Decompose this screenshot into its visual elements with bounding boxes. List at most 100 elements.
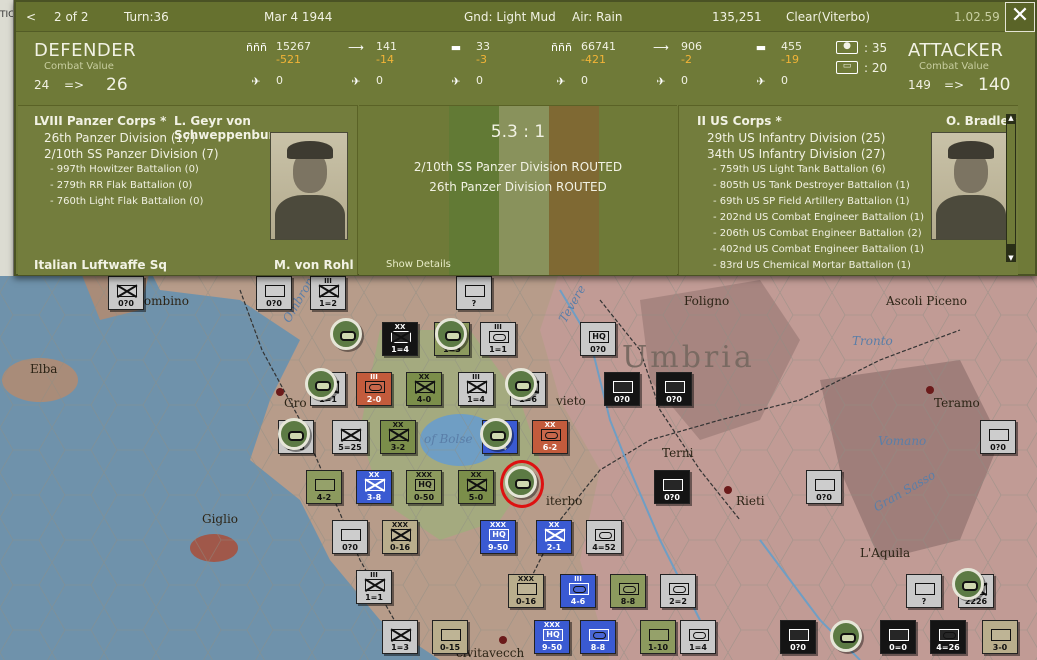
scroll-down-icon[interactable]: ▼ [1006, 254, 1016, 262]
division-item[interactable]: 34th US Infantry Division (27) [697, 146, 924, 162]
unit-counter[interactable]: 0?0 [108, 276, 144, 310]
defender-stat-fighter: 0 [276, 74, 283, 87]
unit-counter[interactable]: 0?0 [780, 620, 816, 654]
combat-result-1: 2/10th SS Panzer Division ROUTED [413, 160, 623, 174]
unit-echelon: XXX [517, 575, 535, 583]
defender-corps-name[interactable]: LVIII Panzer Corps * [34, 114, 166, 128]
unit-symbol-icon [889, 629, 909, 641]
unit-counter[interactable]: 8-8 [610, 574, 646, 608]
unit-counter[interactable]: XXX 0-16 [508, 574, 544, 608]
ger-armor-unit-roundel[interactable] [435, 318, 467, 350]
unit-counter[interactable]: III 4-6 [560, 574, 596, 608]
unit-counter[interactable]: 3-0 [982, 620, 1018, 654]
unit-counter[interactable]: III 1=2 [310, 276, 346, 310]
stat-value: 0 [376, 74, 383, 87]
back-button[interactable]: < [26, 10, 36, 24]
ger-armor-unit-roundel[interactable] [952, 568, 984, 600]
close-button[interactable]: ✕ [1005, 2, 1035, 32]
combat-result-2: 26th Panzer Division ROUTED [429, 180, 607, 194]
city-foligno: Foligno [684, 294, 730, 308]
unit-echelon: III [574, 575, 582, 583]
unit-symbol-icon [341, 429, 361, 441]
division-item[interactable]: 2/10th SS Panzer Division (7) [34, 146, 219, 162]
unit-counter[interactable]: 5=25 [332, 420, 368, 454]
unit-counter[interactable]: 0=0 [880, 620, 916, 654]
unit-counter[interactable]: XXX 0-16 [382, 520, 418, 554]
combat-result-panel: 5.3 : 1 2/10th SS Panzer Division ROUTED… [359, 105, 677, 275]
ger-armor-unit-roundel[interactable] [830, 620, 862, 652]
attacker-corps-name[interactable]: II US Corps * [697, 114, 782, 128]
ger-armor-unit-roundel[interactable] [480, 418, 512, 450]
unit-counter[interactable]: 4=26 [930, 620, 966, 654]
unit-counter[interactable]: 4=52 [586, 520, 622, 554]
battalion-item[interactable]: - 206th US Combat Engineer Battalion (2) [697, 226, 924, 242]
unit-counter[interactable]: XXX HQ 9-50 [480, 520, 516, 554]
scrollbar-thumb[interactable] [1007, 124, 1015, 244]
unit-counter[interactable]: 0-15 [432, 620, 468, 654]
unit-counter[interactable]: III 1=1 [356, 570, 392, 604]
battalion-item[interactable]: - 279th RR Flak Battalion (0) [34, 178, 219, 194]
unit-counter[interactable]: III 1=1 [480, 322, 516, 356]
unit-counter[interactable]: 1=4 [680, 620, 716, 654]
unit-counter[interactable]: 0?0 [806, 470, 842, 504]
unit-counter[interactable]: ? [906, 574, 942, 608]
unit-symbol-icon [467, 479, 487, 491]
unit-counter[interactable]: III 2-0 [356, 372, 392, 406]
ger-armor-unit-roundel[interactable] [305, 368, 337, 400]
unit-strength: 1-10 [647, 643, 669, 652]
unit-counter[interactable]: 0?0 [656, 372, 692, 406]
unit-counter[interactable]: III 1=4 [458, 372, 494, 406]
unit-counter[interactable]: 2=2 [660, 574, 696, 608]
date-label: Mar 4 1944 [264, 10, 333, 24]
division-item[interactable]: 29th US Infantry Division (25) [697, 130, 924, 146]
city-elba: Elba [30, 362, 58, 376]
battalion-item[interactable]: - 997th Howitzer Battalion (0) [34, 162, 219, 178]
unit-counter[interactable]: 0?0 [604, 372, 640, 406]
unit-echelon: XX [544, 421, 556, 429]
unit-counter[interactable]: XX 5-0 [458, 470, 494, 504]
battalion-item[interactable]: - 759th US Light Tank Battalion (6) [697, 162, 924, 178]
unit-counter[interactable]: XX 3-2 [380, 420, 416, 454]
division-item[interactable]: 26th Panzer Division (17) [34, 130, 219, 146]
battalion-item[interactable]: - 760th Light Flak Battalion (0) [34, 194, 219, 210]
unit-counter[interactable]: XXX HQ 0-50 [406, 470, 442, 504]
unit-counter[interactable]: 4-2 [306, 470, 342, 504]
unit-strength: 5=25 [338, 443, 362, 452]
battalion-item[interactable]: - 202nd US Combat Engineer Battalion (1) [697, 210, 924, 226]
unit-counter[interactable]: 0?0 [654, 470, 690, 504]
unit-counter[interactable]: 0?0 [332, 520, 368, 554]
ger-armor-unit-roundel[interactable] [278, 418, 310, 450]
battalion-item[interactable]: - 69th US SP Field Artillery Battalion (… [697, 194, 924, 210]
ger-armor-unit-roundel[interactable] [505, 368, 537, 400]
battalion-item[interactable]: - 83rd US Chemical Mortar Battalion (1) [697, 258, 924, 274]
unit-strength: 1=3 [391, 643, 409, 652]
battalion-item[interactable]: - 805th US Tank Destroyer Battalion (1) [697, 178, 924, 194]
unit-counter[interactable]: XXX HQ 9-50 [534, 620, 570, 654]
unit-echelon: III [472, 373, 480, 381]
defender-next-corps[interactable]: Italian Luftwaffe Sq [34, 258, 167, 272]
unit-counter[interactable]: XX 3-8 [356, 470, 392, 504]
unit-counter[interactable]: HQ 0?0 [580, 322, 616, 356]
unit-counter[interactable]: 1=3 [382, 620, 418, 654]
unit-counter[interactable]: 0?0 [980, 420, 1016, 454]
unit-counter[interactable]: XX 6-2 [532, 420, 568, 454]
unit-counter[interactable]: 0?0 [256, 276, 292, 310]
unit-symbol-icon [415, 381, 435, 393]
infantry-icon: ñññ [551, 41, 572, 54]
unit-counter[interactable]: XX 1=4 [382, 322, 418, 356]
unit-counter[interactable]: XX 4-0 [406, 372, 442, 406]
attacker-list-scrollbar[interactable]: ▲ ▼ [1006, 114, 1016, 262]
battalion-item[interactable]: - 402nd US Combat Engineer Battalion (1) [697, 242, 924, 258]
unit-counter[interactable]: 1-10 [640, 620, 676, 654]
unit-counter[interactable]: XX 2-1 [536, 520, 572, 554]
ger-armor-unit-roundel[interactable] [330, 318, 362, 350]
city-terni: Terni [662, 446, 694, 460]
scroll-up-icon[interactable]: ▲ [1006, 114, 1016, 122]
unit-strength: 0?0 [590, 345, 606, 354]
unit-counter[interactable]: ? [456, 276, 492, 310]
unit-strength: 0?0 [666, 395, 682, 404]
unit-counter[interactable]: 8-8 [580, 620, 616, 654]
unit-symbol-icon [391, 331, 411, 343]
show-details-link[interactable]: Show Details [386, 259, 451, 270]
attacker-cv-old: 149 [908, 78, 931, 92]
